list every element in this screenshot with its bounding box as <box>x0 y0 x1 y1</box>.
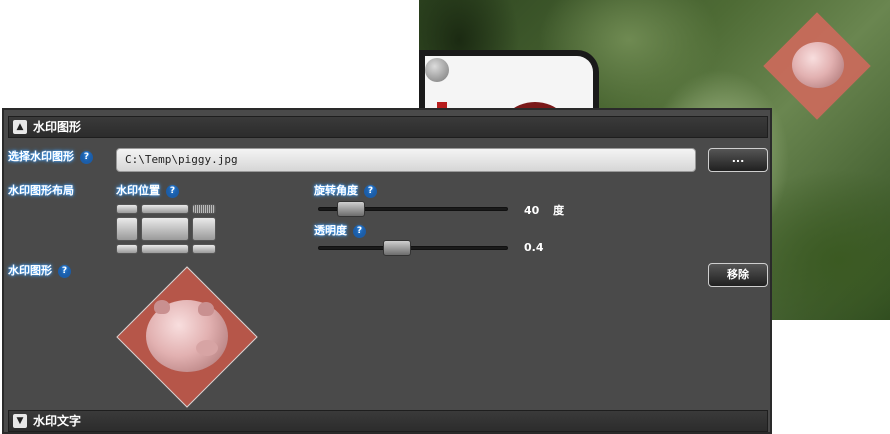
position-label: 水印位置? <box>116 182 179 198</box>
rotation-slider-thumb[interactable] <box>337 201 366 217</box>
section-header-graphic[interactable]: ▲ 水印图形 <box>8 116 768 138</box>
screen: ▲ 水印图形 选择水印图形? C:\Temp\piggy.jpg ... 水印图… <box>0 0 890 434</box>
position-grid <box>116 204 216 254</box>
opacity-slider-thumb[interactable] <box>382 240 411 256</box>
position-center[interactable] <box>141 217 189 241</box>
position-middle-right[interactable] <box>192 217 216 241</box>
rotation-label: 旋转角度? <box>314 182 377 198</box>
layout-label: 水印图形布局 <box>8 184 74 197</box>
help-icon[interactable]: ? <box>364 184 377 198</box>
section-header-text[interactable]: ▼ 水印文字 <box>8 410 768 432</box>
piggy-watermark-image <box>792 42 844 88</box>
rotation-value-display: 40 度 <box>524 202 564 218</box>
sign-bolt <box>425 58 449 82</box>
select-watermark-text: 选择水印图形 <box>8 150 74 163</box>
remove-button[interactable]: 移除 <box>708 263 768 287</box>
help-icon[interactable]: ? <box>166 184 179 198</box>
position-bottom-center[interactable] <box>141 244 189 254</box>
file-path-field[interactable]: C:\Temp\piggy.jpg <box>116 148 696 172</box>
position-top-right[interactable] <box>192 204 216 214</box>
pig-ear <box>154 300 170 314</box>
opacity-value: 0.4 <box>524 241 544 254</box>
position-top-left[interactable] <box>116 204 138 214</box>
chevron-up-icon[interactable]: ▲ <box>13 120 27 134</box>
position-middle-left[interactable] <box>116 217 138 241</box>
opacity-label: 透明度? <box>314 222 366 238</box>
graphic-label: 水印图形? <box>8 262 71 278</box>
section-title: 水印文字 <box>33 414 82 428</box>
watermark-settings-panel: ▲ 水印图形 选择水印图形? C:\Temp\piggy.jpg ... 水印图… <box>2 108 772 434</box>
rotation-unit: 度 <box>553 204 565 217</box>
opacity-text: 透明度 <box>314 224 347 237</box>
piggy-image <box>146 300 228 372</box>
chevron-down-icon[interactable]: ▼ <box>13 414 27 428</box>
help-icon[interactable]: ? <box>80 150 93 164</box>
position-bottom-left[interactable] <box>116 244 138 254</box>
help-icon[interactable]: ? <box>58 264 71 278</box>
rotation-value: 40 <box>524 204 540 217</box>
opacity-slider-track[interactable] <box>318 246 508 250</box>
position-text: 水印位置 <box>116 184 160 197</box>
watermark-thumbnail <box>116 266 258 408</box>
section-title: 水印图形 <box>33 120 82 134</box>
graphic-text: 水印图形 <box>8 264 52 277</box>
help-icon[interactable]: ? <box>353 224 366 238</box>
pig-ear <box>198 302 214 316</box>
browse-button[interactable]: ... <box>708 148 768 172</box>
position-top-center[interactable] <box>141 204 189 214</box>
position-bottom-right[interactable] <box>192 244 216 254</box>
select-watermark-label: 选择水印图形? <box>8 148 93 164</box>
rotation-text: 旋转角度 <box>314 184 358 197</box>
pig-snout <box>196 340 218 356</box>
